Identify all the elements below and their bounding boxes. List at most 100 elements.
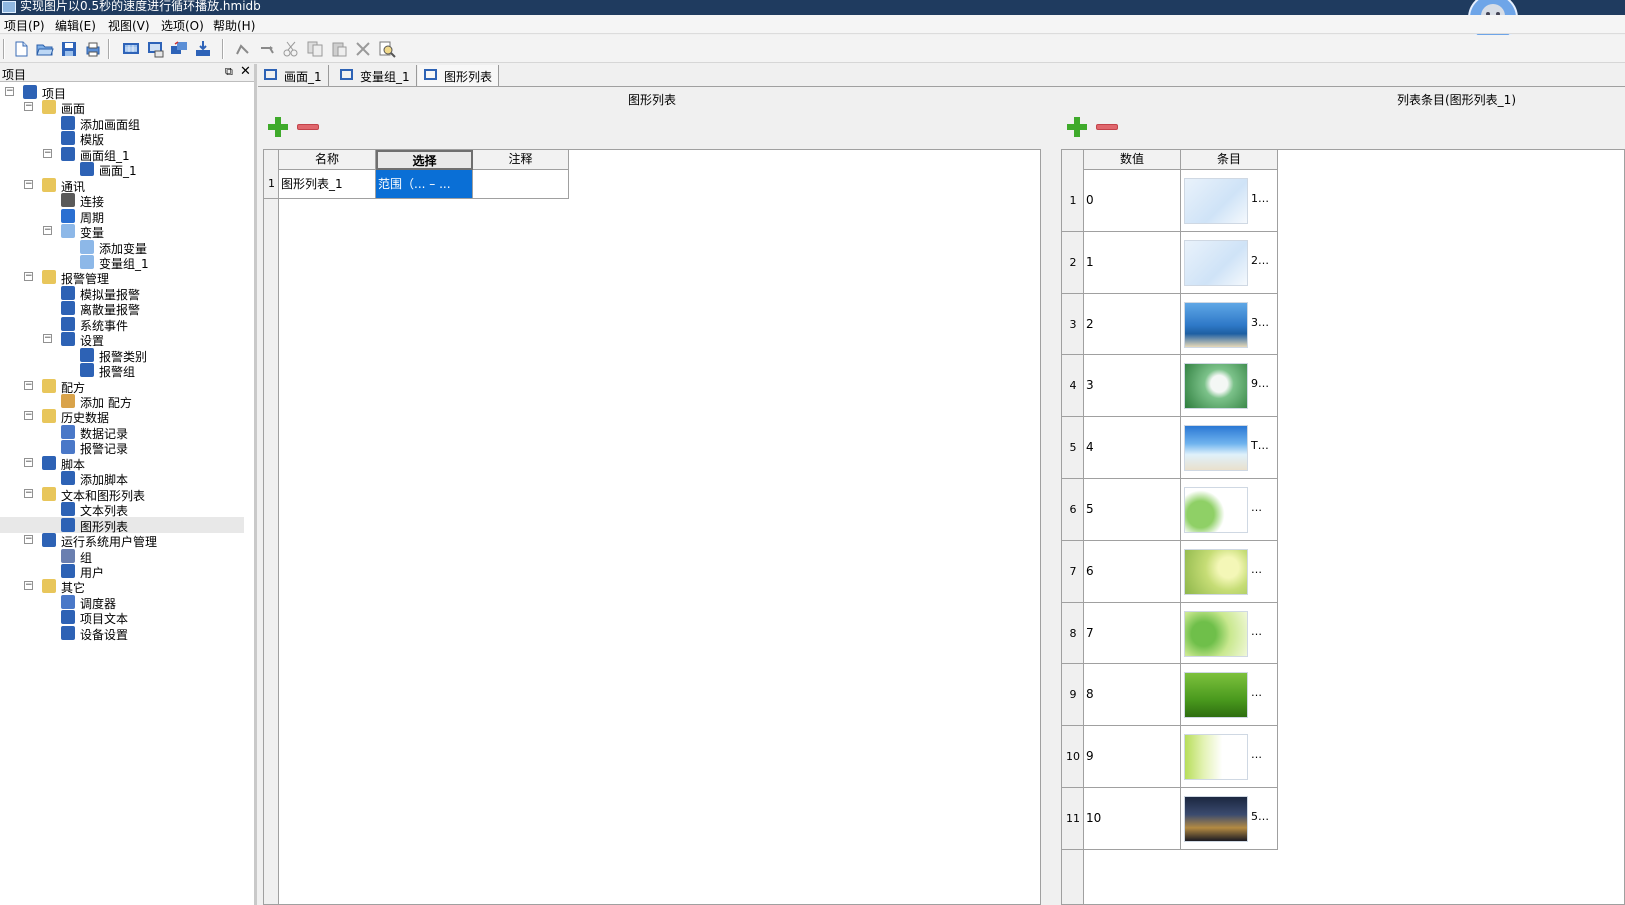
- close-icon[interactable]: ✕: [240, 64, 251, 79]
- tab-screen[interactable]: 画面_1: [258, 65, 329, 86]
- tree-item[interactable]: 报警类别: [0, 347, 244, 364]
- collapse-toggle-icon[interactable]: −: [5, 87, 14, 96]
- remove-graphic-list-button[interactable]: [297, 124, 319, 130]
- tree-item[interactable]: 周期: [0, 208, 244, 225]
- tree-item[interactable]: 离散量报警: [0, 300, 244, 317]
- menu-options[interactable]: 选项(O): [161, 17, 204, 34]
- compile-icon[interactable]: [146, 40, 164, 58]
- cell-value[interactable]: 0: [1084, 170, 1181, 232]
- cell-value[interactable]: 8: [1084, 664, 1181, 727]
- cell-value[interactable]: 9: [1084, 726, 1181, 788]
- tree-item[interactable]: 报警组: [0, 362, 244, 379]
- tree-item[interactable]: 变量组_1: [0, 254, 244, 271]
- tree-item[interactable]: 添加画面组: [0, 115, 244, 132]
- tree-item[interactable]: 数据记录: [0, 424, 244, 441]
- redo-icon[interactable]: [258, 40, 276, 58]
- tree-item[interactable]: 连接: [0, 192, 244, 209]
- collapse-toggle-icon[interactable]: −: [43, 334, 52, 344]
- cell-entry[interactable]: 3…: [1181, 293, 1278, 356]
- undo-icon[interactable]: [234, 40, 252, 58]
- cell-entry[interactable]: …: [1181, 540, 1278, 603]
- tree-item[interactable]: 添加脚本: [0, 470, 244, 487]
- cell-entry[interactable]: 2…: [1181, 231, 1278, 294]
- menu-project[interactable]: 项目(P): [4, 17, 45, 34]
- tree-item[interactable]: 模版: [0, 130, 244, 147]
- cell-entry[interactable]: …: [1181, 602, 1278, 665]
- print-icon[interactable]: [84, 40, 102, 58]
- add-graphic-list-button[interactable]: [267, 116, 289, 138]
- cell-entry[interactable]: …: [1181, 726, 1278, 788]
- pin-icon[interactable]: ⧉: [225, 65, 233, 79]
- tree-item[interactable]: 报警记录: [0, 439, 244, 456]
- tree-item[interactable]: 添加 配方: [0, 393, 244, 410]
- tree-item[interactable]: 调度器: [0, 594, 244, 611]
- column-entry[interactable]: 条目: [1181, 150, 1278, 170]
- tree-item[interactable]: − 通讯: [0, 177, 244, 194]
- column-name[interactable]: 名称: [279, 150, 376, 170]
- collapse-toggle-icon[interactable]: −: [24, 179, 33, 189]
- cell-entry[interactable]: T…: [1181, 417, 1278, 479]
- save-icon[interactable]: [60, 40, 78, 58]
- tree-item[interactable]: 图形列表: [0, 516, 244, 534]
- cell-comment[interactable]: [473, 170, 569, 199]
- menu-view[interactable]: 视图(V): [108, 17, 150, 34]
- cell-value[interactable]: 6: [1084, 540, 1181, 603]
- menu-edit[interactable]: 编辑(E): [55, 17, 96, 34]
- cell-name[interactable]: 图形列表_1: [279, 170, 376, 199]
- transfer-icon[interactable]: [170, 40, 188, 58]
- new-file-icon[interactable]: [12, 40, 30, 58]
- cell-value[interactable]: 5: [1084, 479, 1181, 541]
- collapse-toggle-icon[interactable]: −: [24, 535, 33, 545]
- cut-icon[interactable]: [282, 40, 300, 58]
- tree-item[interactable]: − 脚本: [0, 455, 244, 472]
- menu-help[interactable]: 帮助(H): [213, 17, 255, 34]
- tree-item[interactable]: 文本列表: [0, 501, 244, 518]
- remove-list-entry-button[interactable]: [1096, 124, 1118, 130]
- cell-value[interactable]: 1: [1084, 231, 1181, 294]
- collapse-toggle-icon[interactable]: −: [24, 488, 33, 498]
- tree-item[interactable]: − 报警管理: [0, 269, 244, 286]
- cell-value[interactable]: 2: [1084, 293, 1181, 356]
- column-value[interactable]: 数值: [1084, 150, 1181, 170]
- tree-item[interactable]: − 变量: [0, 223, 244, 240]
- add-list-entry-button[interactable]: [1066, 116, 1088, 138]
- collapse-toggle-icon[interactable]: −: [24, 102, 33, 112]
- copy-icon[interactable]: [306, 40, 324, 58]
- cell-value[interactable]: 3: [1084, 355, 1181, 418]
- tree-item[interactable]: − 历史数据: [0, 408, 244, 425]
- tree-item[interactable]: − 运行系统用户管理: [0, 532, 244, 549]
- tree-item[interactable]: − 文本和图形列表: [0, 486, 244, 503]
- column-comment[interactable]: 注释: [473, 150, 569, 170]
- tab-variable-group[interactable]: 变量组_1: [334, 65, 417, 86]
- find-icon[interactable]: [378, 40, 396, 58]
- cell-value[interactable]: 7: [1084, 602, 1181, 665]
- tree-item[interactable]: 项目文本: [0, 609, 244, 626]
- collapse-toggle-icon[interactable]: −: [43, 148, 52, 158]
- download-icon[interactable]: [194, 40, 212, 58]
- delete-icon[interactable]: [354, 40, 372, 58]
- column-selection[interactable]: 选择: [376, 150, 473, 170]
- screen-icon[interactable]: [122, 40, 140, 58]
- collapse-toggle-icon[interactable]: −: [43, 226, 52, 236]
- cell-entry[interactable]: 1…: [1181, 170, 1278, 232]
- collapse-toggle-icon[interactable]: −: [24, 457, 33, 467]
- tree-item[interactable]: 模拟量报警: [0, 285, 244, 302]
- tree-item[interactable]: 组: [0, 548, 244, 565]
- tree-item[interactable]: 设备设置: [0, 625, 244, 642]
- tree-item[interactable]: 画面_1: [0, 161, 244, 178]
- cell-entry[interactable]: …: [1181, 664, 1278, 727]
- tab-graphic-list[interactable]: 图形列表: [418, 65, 500, 86]
- tree-item[interactable]: − 画面组_1: [0, 146, 244, 163]
- tree-item[interactable]: − 其它: [0, 578, 244, 595]
- cell-value[interactable]: 4: [1084, 417, 1181, 479]
- cell-selection[interactable]: 范围（... – ...: [376, 170, 473, 199]
- tree-item[interactable]: − 配方: [0, 378, 244, 395]
- tree-item[interactable]: − 设置: [0, 331, 244, 348]
- cell-entry[interactable]: …: [1181, 479, 1278, 541]
- collapse-toggle-icon[interactable]: −: [24, 411, 33, 421]
- collapse-toggle-icon[interactable]: −: [24, 581, 33, 591]
- open-folder-icon[interactable]: [36, 40, 54, 58]
- tree-item[interactable]: 用户: [0, 563, 244, 580]
- cell-value[interactable]: 10: [1084, 788, 1181, 850]
- collapse-toggle-icon[interactable]: −: [24, 380, 33, 390]
